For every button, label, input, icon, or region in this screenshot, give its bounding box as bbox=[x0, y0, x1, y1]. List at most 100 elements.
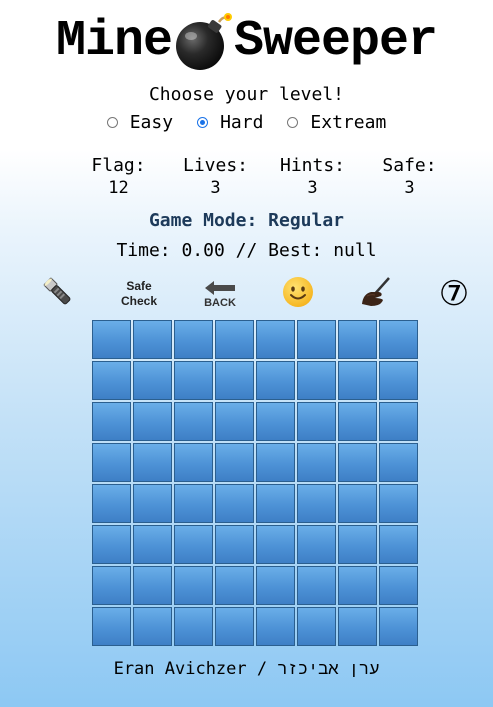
stat-lives-label: Lives: bbox=[182, 155, 249, 176]
title-mine: Mine bbox=[55, 12, 173, 70]
board-cell[interactable] bbox=[256, 443, 295, 482]
board-cell[interactable] bbox=[297, 607, 336, 646]
board-cell[interactable] bbox=[256, 484, 295, 523]
footer-credit: Eran Avichzer / ערן אביכזר bbox=[113, 659, 380, 679]
stat-lives: Lives: 3 bbox=[167, 155, 264, 198]
level-hard[interactable]: Hard bbox=[197, 112, 263, 133]
board-cell[interactable] bbox=[174, 484, 213, 523]
board-cell[interactable] bbox=[379, 443, 418, 482]
board-cell[interactable] bbox=[338, 607, 377, 646]
level-hard-label: Hard bbox=[220, 112, 264, 133]
stat-safe-value: 3 bbox=[404, 178, 415, 198]
board-cell[interactable] bbox=[297, 361, 336, 400]
hint-button[interactable] bbox=[38, 274, 78, 314]
board-cell[interactable] bbox=[133, 607, 172, 646]
board-cell[interactable] bbox=[92, 607, 131, 646]
board-cell[interactable] bbox=[215, 443, 254, 482]
board-cell[interactable] bbox=[338, 402, 377, 441]
game-title: Mine Sweeper bbox=[0, 6, 493, 76]
manual-mode-button[interactable] bbox=[356, 274, 396, 314]
stat-safe-label: Safe: bbox=[382, 155, 437, 176]
board-cell[interactable] bbox=[379, 402, 418, 441]
board-cell[interactable] bbox=[256, 525, 295, 564]
safe-check-button[interactable]: Safe Check bbox=[114, 274, 164, 314]
board-cell[interactable] bbox=[215, 484, 254, 523]
board-cell[interactable] bbox=[297, 443, 336, 482]
flashlight-icon bbox=[41, 275, 75, 313]
board-cell[interactable] bbox=[338, 525, 377, 564]
board-cell[interactable] bbox=[215, 402, 254, 441]
smiley-icon bbox=[282, 276, 314, 312]
level-selector: Easy Hard Extream bbox=[0, 112, 493, 133]
back-button[interactable]: BACK bbox=[198, 274, 242, 314]
board-cell[interactable] bbox=[92, 443, 131, 482]
board-cell[interactable] bbox=[297, 484, 336, 523]
level-extream-label: Extream bbox=[310, 112, 387, 133]
board-cell[interactable] bbox=[297, 566, 336, 605]
stats-panel: Flag: 12 Lives: 3 Hints: 3 Safe: 3 bbox=[70, 155, 460, 198]
bomb-icon bbox=[173, 10, 233, 72]
board-cell[interactable] bbox=[92, 484, 131, 523]
board-cell[interactable] bbox=[215, 566, 254, 605]
board-cell[interactable] bbox=[174, 566, 213, 605]
board-cell[interactable] bbox=[174, 525, 213, 564]
timer-display: Time: 0.00 // Best: null bbox=[116, 240, 377, 261]
board-cell[interactable] bbox=[174, 361, 213, 400]
level-hard-radio[interactable] bbox=[197, 117, 209, 128]
board-cell[interactable] bbox=[174, 402, 213, 441]
board-cell[interactable] bbox=[174, 443, 213, 482]
board-cell[interactable] bbox=[133, 566, 172, 605]
seven-boom-button[interactable]: ⑦ bbox=[434, 274, 474, 314]
board-cell[interactable] bbox=[92, 361, 131, 400]
board-cell[interactable] bbox=[256, 402, 295, 441]
stat-hints-label: Hints: bbox=[279, 155, 346, 176]
board-cell[interactable] bbox=[92, 402, 131, 441]
board-cell[interactable] bbox=[256, 566, 295, 605]
board-cell[interactable] bbox=[379, 484, 418, 523]
level-easy[interactable]: Easy bbox=[106, 112, 174, 133]
board-cell[interactable] bbox=[92, 566, 131, 605]
board-cell[interactable] bbox=[215, 525, 254, 564]
level-extream-radio[interactable] bbox=[287, 117, 299, 128]
level-easy-radio[interactable] bbox=[106, 117, 118, 128]
board-cell[interactable] bbox=[338, 361, 377, 400]
board-cell[interactable] bbox=[215, 607, 254, 646]
stat-hints-value: 3 bbox=[307, 178, 318, 198]
board-cell[interactable] bbox=[297, 402, 336, 441]
board-cell[interactable] bbox=[133, 320, 172, 359]
board-cell[interactable] bbox=[133, 361, 172, 400]
board-cell[interactable] bbox=[297, 320, 336, 359]
stat-flag-value: 12 bbox=[108, 178, 129, 198]
smiley-restart-button[interactable] bbox=[280, 274, 316, 314]
game-mode-label: Game Mode: Regular bbox=[148, 210, 345, 231]
board-cell[interactable] bbox=[174, 320, 213, 359]
title-sweeper: Sweeper bbox=[233, 12, 438, 70]
board-cell[interactable] bbox=[379, 320, 418, 359]
board-cell[interactable] bbox=[215, 320, 254, 359]
board-cell[interactable] bbox=[379, 607, 418, 646]
board-cell[interactable] bbox=[92, 320, 131, 359]
level-extream[interactable]: Extream bbox=[287, 112, 386, 133]
board-cell[interactable] bbox=[133, 525, 172, 564]
board-cell[interactable] bbox=[338, 484, 377, 523]
level-easy-label: Easy bbox=[129, 112, 174, 133]
board-cell[interactable] bbox=[256, 361, 295, 400]
board-cell[interactable] bbox=[215, 361, 254, 400]
board-cell[interactable] bbox=[256, 607, 295, 646]
board-cell[interactable] bbox=[92, 525, 131, 564]
board-cell[interactable] bbox=[133, 443, 172, 482]
board-cell[interactable] bbox=[256, 320, 295, 359]
board-cell[interactable] bbox=[338, 566, 377, 605]
board-cell[interactable] bbox=[297, 525, 336, 564]
board-cell[interactable] bbox=[338, 320, 377, 359]
board-cell[interactable] bbox=[379, 525, 418, 564]
back-label: BACK bbox=[204, 296, 236, 309]
writing-hand-icon bbox=[359, 276, 393, 312]
board-cell[interactable] bbox=[133, 402, 172, 441]
board-cell[interactable] bbox=[133, 484, 172, 523]
board-cell[interactable] bbox=[174, 607, 213, 646]
safe-check-line2: Check bbox=[120, 294, 158, 308]
board-cell[interactable] bbox=[338, 443, 377, 482]
board-cell[interactable] bbox=[379, 566, 418, 605]
board-cell[interactable] bbox=[379, 361, 418, 400]
